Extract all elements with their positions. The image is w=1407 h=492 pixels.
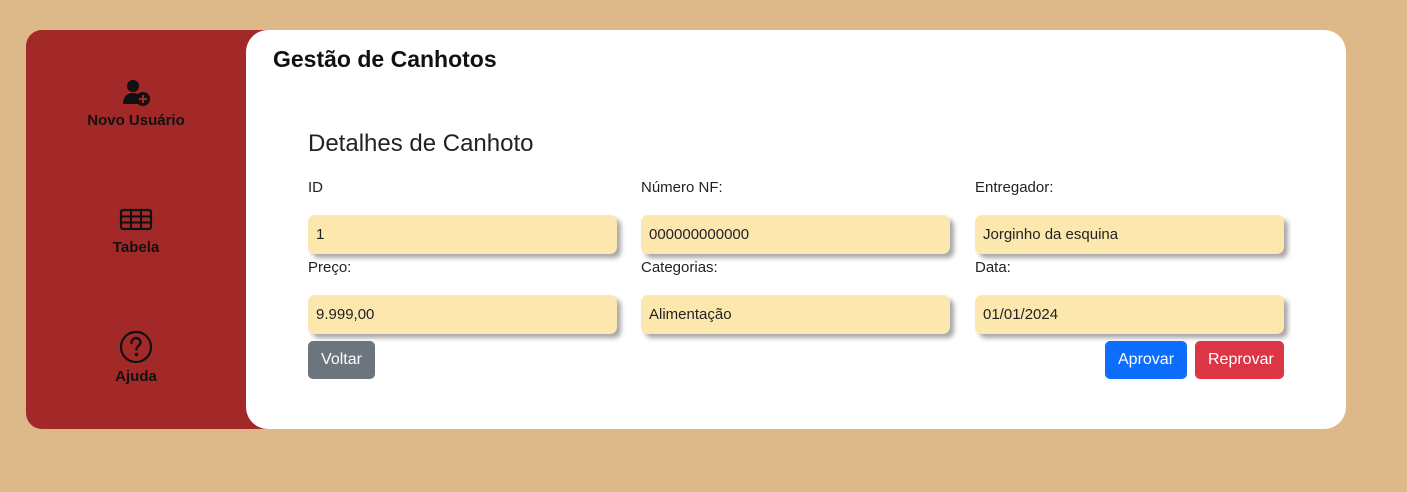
categorias-label: Categorias: (641, 259, 718, 276)
preco-field[interactable] (308, 295, 617, 334)
id-field[interactable] (308, 215, 617, 254)
question-circle-icon (119, 330, 153, 364)
main-panel: Gestão de Canhotos Detalhes de Canhoto I… (246, 30, 1346, 429)
sidebar-item-label: Ajuda (115, 368, 157, 385)
voltar-button[interactable]: Voltar (308, 341, 375, 379)
user-plus-icon (123, 80, 150, 106)
categorias-field-group: Categorias: (641, 257, 950, 334)
numero-nf-field-group: Número NF: (641, 177, 950, 254)
sidebar-item-ajuda[interactable]: Ajuda (26, 330, 246, 385)
numero-nf-label: Número NF: (641, 179, 723, 196)
reprovar-button[interactable]: Reprovar (1195, 341, 1284, 379)
preco-label: Preço: (308, 259, 352, 276)
sidebar-item-label: Novo Usuário (87, 112, 185, 129)
preco-field-group: Preço: (308, 257, 617, 334)
id-label: ID (308, 179, 323, 196)
form-title: Detalhes de Canhoto (308, 130, 534, 157)
data-label: Data: (975, 259, 1011, 276)
data-field[interactable] (975, 295, 1284, 334)
sidebar-item-label: Tabela (112, 239, 160, 256)
categorias-field[interactable] (641, 295, 950, 334)
sidebar: Novo Usuário Tabela Ajuda (26, 30, 266, 429)
table-icon (119, 208, 153, 231)
app-container: Novo Usuário Tabela Ajuda Gestão de Canh… (26, 30, 1346, 429)
entregador-label: Entregador: (975, 179, 1054, 196)
entregador-field-group: Entregador: (975, 177, 1284, 254)
sidebar-item-tabela[interactable]: Tabela (26, 205, 246, 256)
id-field-group: ID (308, 177, 617, 254)
entregador-field[interactable] (975, 215, 1284, 254)
data-field-group: Data: (975, 257, 1284, 334)
numero-nf-field[interactable] (641, 215, 950, 254)
page-title: Gestão de Canhotos (273, 46, 497, 72)
aprovar-button[interactable]: Aprovar (1105, 341, 1187, 379)
sidebar-item-novo-usuario[interactable]: Novo Usuário (26, 78, 246, 129)
